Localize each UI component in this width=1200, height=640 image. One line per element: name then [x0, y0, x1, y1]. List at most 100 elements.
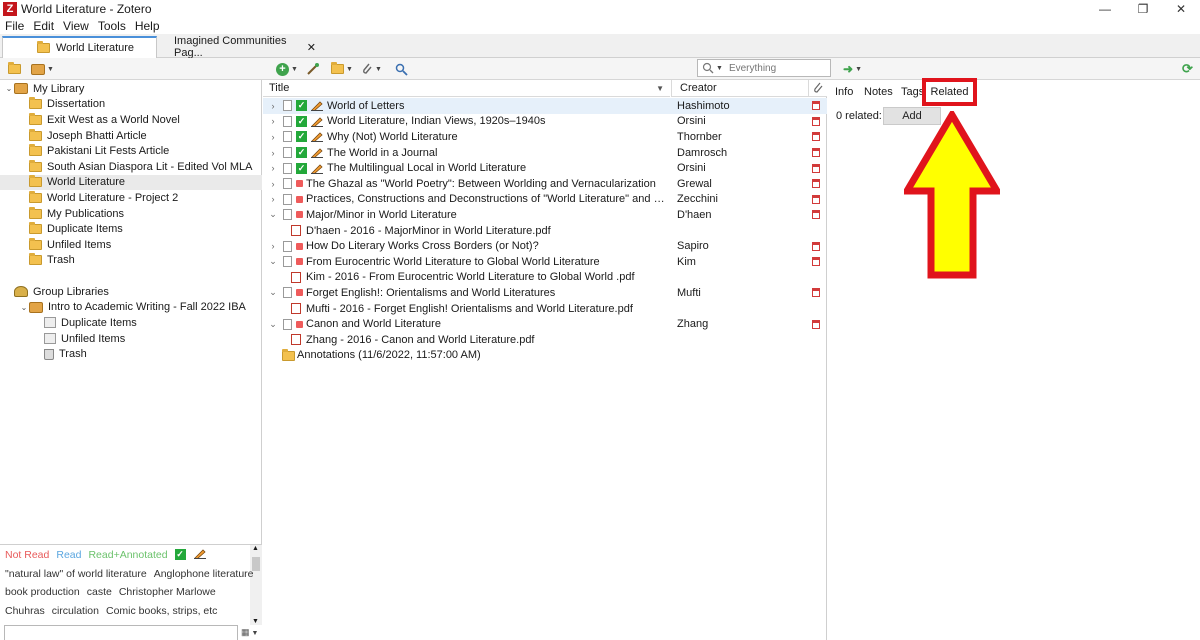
collection-item[interactable]: South Asian Diaspora Lit - Edited Vol ML…: [0, 159, 262, 175]
item-row[interactable]: › The Ghazal as "World Poetry": Between W…: [263, 176, 827, 192]
pdf-attachment-icon[interactable]: [812, 132, 820, 142]
item-row[interactable]: Annotations (11/6/2022, 11:57:00 AM): [263, 348, 827, 364]
chevron-down-icon[interactable]: ⌄: [19, 303, 29, 312]
collection-item[interactable]: Dissertation: [0, 97, 262, 113]
pdf-attachment-icon[interactable]: [812, 179, 820, 189]
search-input[interactable]: [728, 62, 829, 74]
menu-help[interactable]: Help: [135, 19, 160, 33]
annotated-pen-icon[interactable]: [193, 548, 206, 562]
pdf-attachment-icon[interactable]: [812, 319, 820, 329]
collection-item[interactable]: World Literature - Project 2: [0, 190, 262, 206]
item-row[interactable]: ⌄ From Eurocentric World Literature to Gl…: [263, 254, 827, 270]
column-header-title[interactable]: Title ▼: [263, 80, 670, 97]
read-checkmark-icon[interactable]: ✓: [174, 549, 186, 560]
tag[interactable]: Anglophone literature: [154, 568, 254, 580]
colored-tag[interactable]: Read: [56, 549, 81, 561]
item-row[interactable]: Zhang - 2016 - Canon and World Literatur…: [263, 332, 827, 348]
menu-view[interactable]: View: [63, 19, 89, 33]
collection-item[interactable]: Exit West as a World Novel: [0, 112, 262, 128]
item-row[interactable]: › How Do Literary Works Cross Borders (or…: [263, 238, 827, 254]
item-row[interactable]: Kim - 2016 - From Eurocentric World Lite…: [263, 270, 827, 286]
new-note-button[interactable]: ▼: [331, 61, 353, 77]
collection-item[interactable]: Trash: [0, 253, 262, 269]
collection-item[interactable]: Unfiled Items: [0, 331, 262, 347]
colored-tag[interactable]: Not Read: [5, 549, 49, 561]
collection-item[interactable]: My Publications: [0, 206, 262, 222]
expand-chevron-icon[interactable]: ›: [269, 101, 277, 111]
tab-related[interactable]: Related: [922, 78, 977, 106]
tag[interactable]: Christopher Marlowe: [119, 586, 216, 598]
pdf-attachment-icon[interactable]: [812, 257, 820, 267]
item-row[interactable]: › Practices, Constructions and Deconstruc…: [263, 192, 827, 208]
item-row[interactable]: › ✓ Why (Not) World Literature Thornber: [263, 129, 827, 145]
colored-tag[interactable]: Read+Annotated: [88, 549, 167, 561]
collection-item[interactable]: ⌄ My Library: [0, 81, 262, 97]
add-by-identifier-button[interactable]: [306, 61, 320, 77]
new-library-button[interactable]: ▼: [31, 61, 54, 77]
tag[interactable]: Chuhras: [5, 605, 45, 617]
tab-info[interactable]: Info: [835, 83, 853, 101]
expand-chevron-icon[interactable]: ›: [269, 194, 277, 204]
pdf-attachment-icon[interactable]: [812, 194, 820, 204]
scroll-down-icon[interactable]: ▼: [252, 618, 259, 625]
menu-edit[interactable]: Edit: [33, 19, 54, 33]
tag-scrollbar[interactable]: ▲ ▼: [250, 545, 262, 625]
close-window-button[interactable]: ✕: [1162, 0, 1200, 18]
expand-chevron-icon[interactable]: ⌄: [269, 287, 277, 298]
column-header-attachments[interactable]: [808, 80, 827, 97]
minimize-button[interactable]: —: [1086, 0, 1124, 18]
go-forward-button[interactable]: ➜ ▼: [843, 61, 862, 77]
pdf-attachment-icon[interactable]: [812, 148, 820, 158]
expand-chevron-icon[interactable]: ›: [269, 163, 277, 173]
collection-item[interactable]: World Literature: [0, 174, 262, 191]
pdf-attachment-icon[interactable]: [812, 210, 820, 220]
search-box[interactable]: ▼: [697, 59, 831, 77]
tag[interactable]: book production: [5, 586, 80, 598]
sync-button[interactable]: ⟳: [1182, 61, 1193, 77]
expand-chevron-icon[interactable]: ⌄: [269, 209, 277, 220]
collection-item[interactable]: Duplicate Items: [0, 315, 262, 331]
expand-chevron-icon[interactable]: ›: [269, 132, 277, 142]
expand-chevron-icon[interactable]: ›: [269, 116, 277, 126]
pdf-attachment-icon[interactable]: [812, 163, 820, 173]
tab-imagined-communities[interactable]: Imagined Communities Pag... ✕: [174, 35, 316, 59]
tag[interactable]: circulation: [52, 605, 99, 617]
item-row[interactable]: › ✓ World Literature, Indian Views, 1920s–…: [263, 114, 827, 130]
item-row[interactable]: › ✓ The Multilingual Local in World Litera…: [263, 160, 827, 176]
collection-item[interactable]: Unfiled Items: [0, 237, 262, 253]
pdf-attachment-icon[interactable]: [812, 241, 820, 251]
new-item-button[interactable]: + ▼: [276, 61, 298, 77]
item-row[interactable]: ⌄ Major/Minor in World Literature D'haen: [263, 207, 827, 223]
tag[interactable]: Comic books, strips, etc: [106, 605, 217, 617]
search-mode-dropdown-icon[interactable]: ▼: [716, 65, 723, 72]
collection-item[interactable]: Duplicate Items: [0, 221, 262, 237]
scroll-up-icon[interactable]: ▲: [252, 545, 259, 552]
tag[interactable]: "natural law" of world literature: [5, 568, 147, 580]
chevron-down-icon[interactable]: ⌄: [4, 84, 14, 93]
tag-filter-input[interactable]: [5, 626, 237, 640]
maximize-button[interactable]: ❐: [1124, 0, 1162, 18]
collection-item[interactable]: Joseph Bhatti Article: [0, 128, 262, 144]
item-row[interactable]: › ✓ The World in a Journal Damrosch: [263, 145, 827, 161]
item-row[interactable]: › ✓ World of Letters Hashimoto: [263, 98, 827, 114]
collection-item[interactable]: ⌄ Intro to Academic Writing - Fall 2022 I…: [0, 300, 262, 316]
tag[interactable]: caste: [87, 586, 112, 598]
tab-notes[interactable]: Notes: [864, 83, 893, 101]
tag-actions-button[interactable]: ▦ ▼: [241, 627, 258, 638]
close-tab-icon[interactable]: ✕: [307, 41, 316, 54]
column-header-creator[interactable]: Creator: [671, 80, 808, 97]
pdf-attachment-icon[interactable]: [812, 101, 820, 111]
locate-button[interactable]: [395, 61, 408, 77]
pdf-attachment-icon[interactable]: [812, 116, 820, 126]
item-row[interactable]: ⌄ Canon and World Literature Zhang: [263, 316, 827, 332]
expand-chevron-icon[interactable]: ⌄: [269, 256, 277, 267]
menu-tools[interactable]: Tools: [98, 19, 126, 33]
add-attachment-button[interactable]: ▼: [361, 61, 382, 77]
tag-filter-box[interactable]: [4, 625, 238, 640]
item-row[interactable]: D'haen - 2016 - MajorMinor in World Lite…: [263, 223, 827, 239]
new-collection-button[interactable]: [8, 61, 21, 77]
item-row[interactable]: Mufti - 2016 - Forget English! Orientali…: [263, 301, 827, 317]
collection-item[interactable]: Group Libraries: [0, 284, 262, 300]
expand-chevron-icon[interactable]: ›: [269, 241, 277, 251]
pdf-attachment-icon[interactable]: [812, 288, 820, 298]
